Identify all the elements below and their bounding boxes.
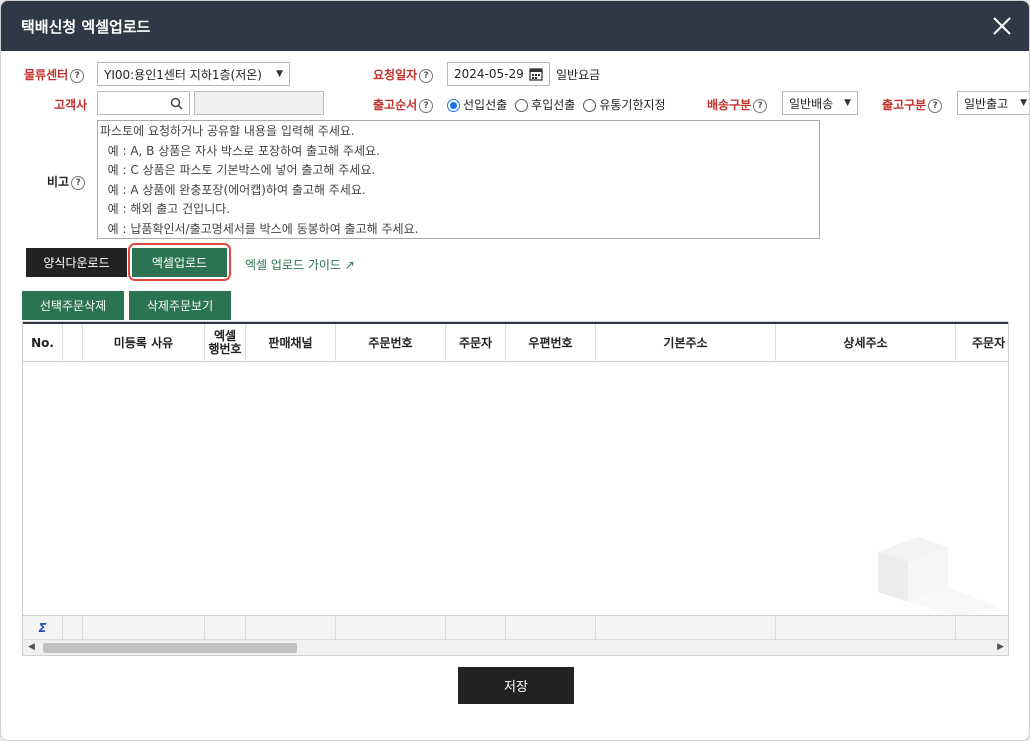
- empty-box-icon: [878, 537, 998, 617]
- col-reason[interactable]: 미등록 사유: [83, 324, 205, 362]
- sum-cell: [446, 616, 506, 640]
- delivery-type-value: 일반배송: [789, 96, 834, 111]
- radio-label: 선입선출: [463, 98, 508, 112]
- remarks-label: 비고: [47, 175, 70, 189]
- delivery-type-label-wrap: 배송구분?: [707, 96, 768, 113]
- sum-cell: [596, 616, 776, 640]
- excel-upload-modal: 택배신청 엑셀업로드 물류센터? YI00:용인1센터 지하1층(저온) ▼ 요…: [0, 0, 1030, 741]
- help-icon[interactable]: ?: [70, 68, 85, 83]
- excel-upload-button[interactable]: 엑셀업로드: [132, 248, 227, 277]
- close-button[interactable]: [989, 13, 1015, 39]
- col-orderer-address[interactable]: 주문자 주: [956, 324, 1008, 362]
- center-label-wrap: 물류센터?: [24, 66, 85, 83]
- rate-text: 일반요금: [556, 68, 601, 82]
- col-order-no[interactable]: 주문번호: [336, 324, 446, 362]
- radio-unchecked-icon: [583, 99, 597, 112]
- close-icon: [993, 17, 1011, 35]
- shipping-order-label: 출고순서: [373, 98, 418, 112]
- outbound-type-select[interactable]: 일반출고 ▼: [957, 91, 1029, 115]
- center-select[interactable]: YI00:용인1센터 지하1층(저온) ▼: [97, 62, 290, 86]
- remarks-label-wrap: 비고?: [47, 173, 86, 190]
- radio-lifo[interactable]: 후입선출: [515, 96, 575, 113]
- radio-label: 유통기한지정: [599, 98, 666, 112]
- scroll-thumb[interactable]: [43, 643, 297, 653]
- customer-name-field: [194, 91, 324, 115]
- sum-cell: [83, 616, 205, 640]
- col-channel[interactable]: 판매채널: [246, 324, 336, 362]
- chevron-down-icon: ▼: [844, 98, 851, 108]
- col-orderer[interactable]: 주문자: [446, 324, 506, 362]
- radio-label: 후입선출: [531, 98, 576, 112]
- request-date-label: 요청일자: [373, 68, 418, 82]
- help-icon[interactable]: ?: [419, 68, 434, 83]
- sum-cell: [506, 616, 596, 640]
- customer-label: 고객사: [54, 98, 88, 112]
- shipping-order-radios: 선입선출 후입선출 유통기한지정: [447, 96, 666, 113]
- remarks-textarea[interactable]: 파스토에 요청하거나 공유할 내용을 입력해 주세요. 예 : A, B 상품은…: [97, 120, 820, 239]
- request-date-input[interactable]: 2024-05-29: [447, 62, 550, 86]
- col-excel-row[interactable]: 엑셀 행번호: [205, 324, 246, 362]
- radio-fifo[interactable]: 선입선출: [447, 96, 507, 113]
- help-icon[interactable]: ?: [419, 98, 434, 113]
- chevron-down-icon: ▼: [276, 69, 283, 79]
- scroll-left-icon[interactable]: ◀: [28, 642, 35, 652]
- delivery-type-select[interactable]: 일반배송 ▼: [782, 91, 858, 115]
- sum-icon: Σ: [23, 616, 63, 640]
- col-no[interactable]: No.: [23, 324, 63, 362]
- shipping-order-label-wrap: 출고순서?: [373, 96, 434, 113]
- col-zip[interactable]: 우편번호: [506, 324, 596, 362]
- sum-cell: [776, 616, 956, 640]
- outbound-type-label-wrap: 출고구분?: [882, 96, 943, 113]
- template-download-button[interactable]: 양식다운로드: [26, 248, 127, 277]
- grid-summary-row: Σ: [23, 615, 1008, 640]
- delete-selected-button[interactable]: 선택주문삭제: [22, 291, 124, 320]
- grid-header: No. 미등록 사유 엑셀 행번호 판매채널 주문번호 주문자 우편번호 기본주…: [23, 322, 1008, 362]
- save-button[interactable]: 저장: [458, 667, 574, 704]
- delivery-type-label: 배송구분: [707, 98, 752, 112]
- sum-cell: [246, 616, 336, 640]
- radio-expiry[interactable]: 유통기한지정: [583, 96, 666, 113]
- sum-cell: [205, 616, 246, 640]
- help-icon[interactable]: ?: [928, 98, 943, 113]
- horizontal-scrollbar[interactable]: ◀ ▶: [23, 639, 1008, 655]
- col-address[interactable]: 기본주소: [596, 324, 776, 362]
- help-icon[interactable]: ?: [753, 98, 768, 113]
- upload-guide-link[interactable]: 엑셀 업로드 가이드 ↗: [245, 256, 355, 273]
- radio-unchecked-icon: [515, 99, 529, 112]
- calendar-icon[interactable]: [529, 67, 543, 81]
- chevron-down-icon: ▼: [1020, 98, 1027, 108]
- sum-cell: [63, 616, 83, 640]
- col-check[interactable]: [63, 324, 83, 362]
- outbound-type-value: 일반출고: [964, 96, 1009, 111]
- view-deleted-button[interactable]: 삭제주문보기: [129, 291, 231, 320]
- center-select-value: YI00:용인1센터 지하1층(저온): [104, 67, 262, 82]
- center-label: 물류센터: [24, 68, 69, 82]
- modal-header: 택배신청 엑셀업로드: [1, 1, 1029, 51]
- outbound-type-label: 출고구분: [882, 98, 927, 112]
- help-icon[interactable]: ?: [71, 175, 86, 190]
- modal-title: 택배신청 엑셀업로드: [21, 17, 151, 36]
- request-date-value: 2024-05-29: [454, 67, 524, 81]
- radio-checked-icon: [447, 99, 460, 112]
- col-address-detail[interactable]: 상세주소: [776, 324, 956, 362]
- search-icon[interactable]: [170, 97, 183, 110]
- request-date-label-wrap: 요청일자?: [373, 66, 434, 83]
- scroll-right-icon[interactable]: ▶: [997, 642, 1004, 652]
- sum-cell: [336, 616, 446, 640]
- order-grid: No. 미등록 사유 엑셀 행번호 판매채널 주문번호 주문자 우편번호 기본주…: [22, 321, 1009, 656]
- customer-search-input[interactable]: [97, 91, 190, 115]
